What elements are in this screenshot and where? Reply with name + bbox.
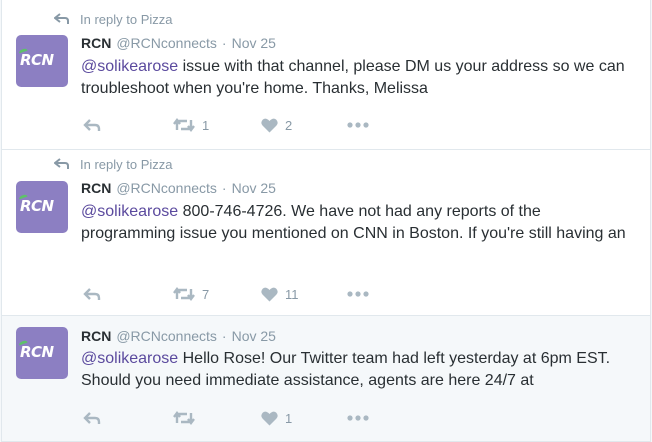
mention-link[interactable]: @solikearose	[81, 203, 178, 220]
tweet-header: RCN @RCNconnects · Nov 25	[81, 180, 276, 198]
tweet-header: RCN @RCNconnects · Nov 25	[81, 35, 276, 53]
author-name[interactable]: RCN	[81, 35, 111, 51]
header-separator: ·	[221, 35, 227, 51]
tweet-item[interactable]: RCN RCN @RCNconnects · Nov 25 @solikearo…	[2, 316, 650, 442]
avatar[interactable]: RCN	[16, 327, 68, 379]
retweet-button[interactable]: 7	[173, 284, 209, 304]
tweet-timestamp[interactable]: Nov 25	[232, 328, 276, 344]
more-dots-icon	[347, 122, 369, 128]
reply-context-arrow-icon	[54, 158, 69, 169]
reply-context-arrow-icon	[54, 13, 69, 24]
heart-icon	[261, 411, 278, 425]
like-count: 1	[285, 410, 293, 426]
tweet-timestamp[interactable]: Nov 25	[232, 180, 276, 196]
retweet-button[interactable]	[173, 408, 202, 428]
tweet-actions: 1 2	[81, 115, 481, 135]
tweet-item[interactable]: In reply to Pizza RCN RCN @RCNconnects ·…	[2, 0, 650, 150]
heart-icon	[261, 287, 278, 301]
retweet-icon	[173, 287, 195, 301]
reply-button[interactable]	[83, 284, 101, 304]
like-button[interactable]: 1	[261, 408, 292, 428]
like-button[interactable]: 2	[261, 115, 292, 135]
like-count: 2	[285, 117, 293, 133]
retweet-icon	[173, 118, 195, 132]
avatar-logo-text: RCN	[20, 343, 54, 361]
author-handle[interactable]: @RCNconnects	[116, 328, 217, 344]
more-dots-icon	[347, 415, 369, 421]
heart-icon	[261, 118, 278, 132]
tweet-actions: 1	[81, 408, 481, 428]
avatar-logo-text: RCN	[20, 51, 54, 69]
more-button[interactable]	[347, 115, 369, 135]
avatar[interactable]: RCN	[16, 35, 68, 87]
avatar[interactable]: RCN	[16, 181, 68, 233]
author-name[interactable]: RCN	[81, 328, 111, 344]
tweet-actions: 7 11	[81, 284, 481, 304]
tweet-header: RCN @RCNconnects · Nov 25	[81, 328, 276, 346]
author-handle[interactable]: @RCNconnects	[116, 180, 217, 196]
tweet-text: @solikearose Hello Rose! Our Twitter tea…	[81, 348, 636, 392]
reply-arrow-icon	[83, 412, 101, 424]
tweet-text: @solikearose issue with that channel, pl…	[81, 56, 636, 100]
tweet-timestamp[interactable]: Nov 25	[232, 35, 276, 51]
header-separator: ·	[221, 180, 227, 196]
reply-context-text: In reply to Pizza	[80, 156, 173, 172]
retweet-count: 7	[202, 286, 210, 302]
tweet-item[interactable]: In reply to Pizza RCN RCN @RCNconnects ·…	[2, 150, 650, 316]
more-button[interactable]	[347, 284, 369, 304]
like-count: 11	[285, 286, 299, 302]
retweet-count: 1	[202, 117, 210, 133]
timeline: In reply to Pizza RCN RCN @RCNconnects ·…	[1, 0, 651, 442]
mention-link[interactable]: @solikearose	[81, 58, 178, 75]
reply-button[interactable]	[83, 408, 101, 428]
reply-context[interactable]: In reply to Pizza	[54, 11, 173, 27]
retweet-button[interactable]: 1	[173, 115, 209, 135]
author-name[interactable]: RCN	[81, 180, 111, 196]
header-separator: ·	[221, 328, 227, 344]
more-dots-icon	[347, 291, 369, 297]
author-handle[interactable]: @RCNconnects	[116, 35, 217, 51]
reply-button[interactable]	[83, 115, 101, 135]
reply-arrow-icon	[83, 288, 101, 300]
reply-context[interactable]: In reply to Pizza	[54, 156, 173, 172]
tweet-text: @solikearose 800-746-4726. We have not h…	[81, 201, 636, 245]
mention-link[interactable]: @solikearose	[81, 350, 178, 367]
reply-arrow-icon	[83, 119, 101, 131]
retweet-icon	[173, 411, 195, 425]
more-button[interactable]	[347, 408, 369, 428]
like-button[interactable]: 11	[261, 284, 299, 304]
reply-context-text: In reply to Pizza	[80, 11, 173, 27]
avatar-logo-text: RCN	[20, 197, 54, 215]
